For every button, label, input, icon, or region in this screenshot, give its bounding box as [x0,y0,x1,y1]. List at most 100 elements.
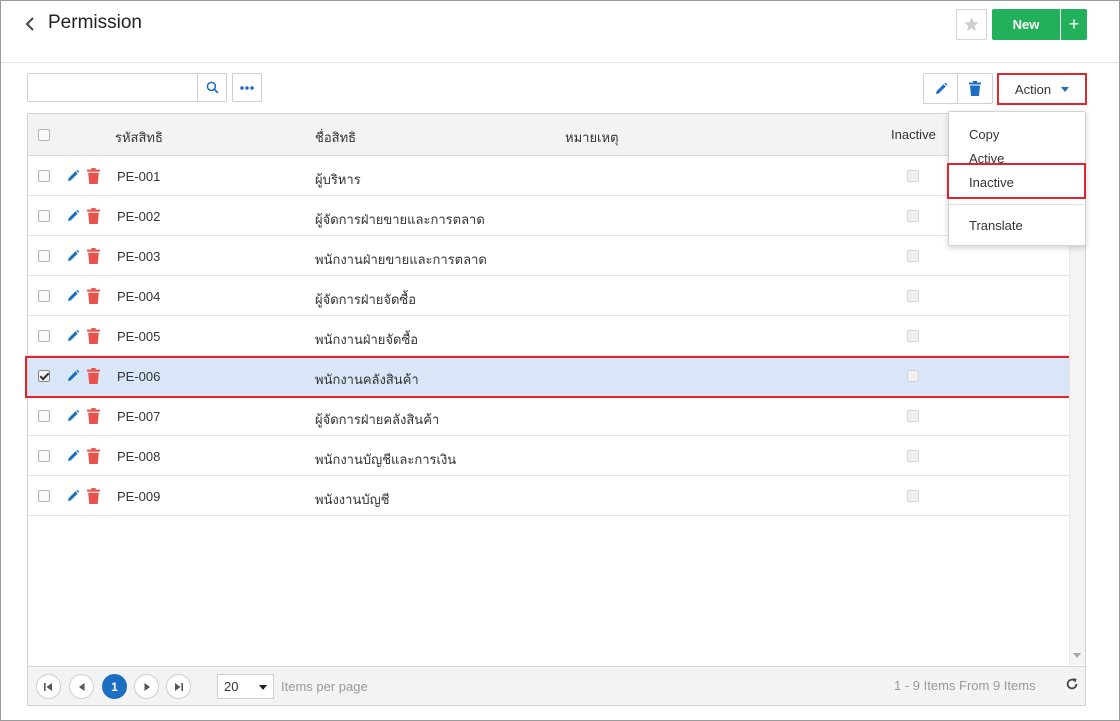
edit-icon[interactable] [66,369,80,383]
menu-divider [949,204,1085,205]
row-checkbox[interactable] [38,250,50,262]
prev-page-button[interactable] [69,674,94,699]
table-row[interactable]: PE-006 พนักงานคลังสินค้า [28,356,1069,396]
row-checkbox[interactable] [38,170,50,182]
row-code: PE-002 [117,209,161,224]
row-name: ผู้จัดการฝ่ายจัดซื้อ [315,292,417,307]
edit-icon[interactable] [66,249,80,263]
column-header-code[interactable]: รหัสสิทธิ [115,127,163,148]
next-page-button[interactable] [134,674,159,699]
trash-icon[interactable] [87,328,100,344]
row-name: พนักงานคลังสินค้า [315,372,419,387]
edit-icon[interactable] [66,289,80,303]
back-icon[interactable] [24,14,42,34]
star-icon [964,17,979,31]
trash-icon[interactable] [87,168,100,184]
row-checkbox[interactable] [38,370,50,382]
row-checkbox[interactable] [38,490,50,502]
edit-icon[interactable] [66,169,80,183]
table-row[interactable]: PE-001 ผู้บริหาร [28,156,1069,196]
menu-item-translate[interactable]: Translate [969,218,1023,233]
edit-icon[interactable] [66,409,80,423]
trash-icon[interactable] [87,208,100,224]
trash-icon[interactable] [87,448,100,464]
row-name: พนังงานบัญชี [315,492,390,507]
header-divider [1,62,1118,63]
action-dropdown-menu: Copy Active Inactive Translate [948,111,1086,246]
first-page-icon [44,682,52,691]
row-name: พนักงานฝ่ายขายและการตลาด [315,252,487,267]
action-dropdown-button[interactable]: Action [997,73,1087,105]
row-checkbox[interactable] [38,450,50,462]
more-icon [240,85,254,90]
row-inactive-checkbox [907,330,919,342]
refresh-icon[interactable] [1065,677,1081,693]
last-page-button[interactable] [166,674,191,699]
items-per-page-label: Items per page [281,679,368,694]
chevron-down-icon [259,685,267,690]
row-code: PE-005 [117,329,161,344]
select-all-checkbox[interactable] [38,129,50,141]
next-page-icon [144,682,150,691]
caret-down-icon [1061,86,1070,92]
add-button[interactable]: + [1061,9,1087,40]
row-inactive-checkbox [907,450,919,462]
trash-icon[interactable] [87,248,100,264]
edit-icon[interactable] [66,329,80,343]
row-inactive-checkbox [907,210,919,222]
row-inactive-checkbox [907,290,919,302]
table-row[interactable]: PE-004 ผู้จัดการฝ่ายจัดซื้อ [28,276,1069,316]
page-title: Permission [48,12,142,33]
edit-icon[interactable] [66,449,80,463]
table-row[interactable]: PE-002 ผู้จัดการฝ่ายขายและการตลาด [28,196,1069,236]
table-row[interactable]: PE-007 ผู้จัดการฝ่ายคลังสินค้า [28,396,1069,436]
scroll-down-icon[interactable] [1073,653,1081,658]
permission-grid: รหัสสิทธิ ชื่อสิทธิ หมายเหตุ Inactive PE… [27,113,1086,706]
row-code: PE-004 [117,289,161,304]
row-name: ผู้จัดการฝ่ายขายและการตลาด [315,212,485,227]
action-label: Action [1014,81,1052,97]
edit-icon[interactable] [66,209,80,223]
last-page-icon [175,682,183,691]
first-page-button[interactable] [36,674,61,699]
table-row[interactable]: PE-005 พนักงานฝ่ายจัดซื้อ [28,316,1069,356]
column-header-name[interactable]: ชื่อสิทธิ [315,127,356,148]
row-checkbox[interactable] [38,330,50,342]
page-number-button[interactable]: 1 [102,674,127,699]
new-button[interactable]: New [992,9,1060,40]
trash-icon[interactable] [87,288,100,304]
row-code: PE-009 [117,489,161,504]
menu-item-inactive[interactable]: Inactive [969,175,1014,190]
prev-page-icon [78,682,84,691]
row-checkbox[interactable] [38,210,50,222]
page-size-select[interactable]: 20 [217,674,274,699]
favorite-button[interactable] [956,9,987,40]
items-info: 1 - 9 Items From 9 Items [894,678,1036,693]
row-name: ผู้จัดการฝ่ายคลังสินค้า [315,412,440,427]
table-row[interactable]: PE-003 พนักงานฝ่ายขายและการตลาด [28,236,1069,276]
page-size-value: 20 [224,679,239,694]
column-header-inactive[interactable]: Inactive [891,127,936,142]
menu-item-active[interactable]: Active [969,151,1004,166]
pager: 1 20 Items per page 1 - 9 Items From 9 I… [28,666,1085,705]
row-inactive-checkbox [907,250,919,262]
edit-icon[interactable] [66,489,80,503]
table-row[interactable]: PE-008 พนักงานบัญชีและการเงิน [28,436,1069,476]
search-input[interactable] [27,73,198,102]
edit-button[interactable] [923,73,958,104]
delete-button[interactable] [957,73,993,104]
trash-icon[interactable] [87,368,100,384]
row-code: PE-003 [117,249,161,264]
menu-item-copy[interactable]: Copy [969,127,999,142]
table-row[interactable]: PE-009 พนังงานบัญชี [28,476,1069,516]
search-button[interactable] [197,73,227,102]
grid-body: PE-001 ผู้บริหาร PE-002 ผู้จัดการฝ่ายขายและ… [28,156,1069,666]
column-header-remark[interactable]: หมายเหตุ [565,127,619,148]
more-options-button[interactable] [232,73,262,102]
row-checkbox[interactable] [38,290,50,302]
row-checkbox[interactable] [38,410,50,422]
trash-icon[interactable] [87,488,100,504]
trash-icon[interactable] [87,408,100,424]
row-inactive-checkbox [907,370,919,382]
row-name: พนักงานฝ่ายจัดซื้อ [315,332,419,347]
